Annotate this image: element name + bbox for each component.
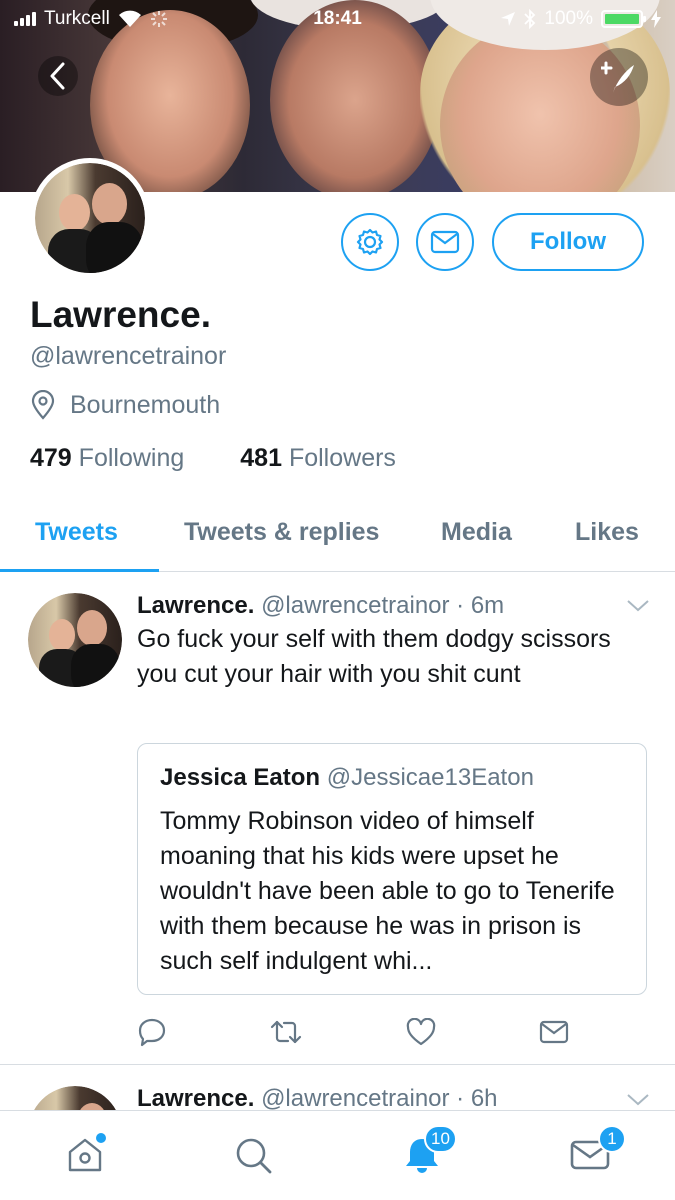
quoted-tweet-text: Tommy Robinson video of himself moaning …	[160, 807, 615, 975]
settings-button[interactable]	[341, 213, 399, 271]
tweet-actions	[0, 1016, 675, 1048]
search-icon	[236, 1138, 272, 1174]
quoted-tweet[interactable]: Jessica Eaton @Jessicae13Eaton Tommy Rob…	[137, 743, 647, 995]
profile-name: Lawrence.	[30, 294, 211, 335]
profile-tabs: Tweets Tweets & replies Media Likes	[0, 502, 675, 572]
tab-tweets[interactable]: Tweets	[35, 518, 118, 547]
share-dm-button[interactable]	[538, 1016, 570, 1048]
tweet-avatar[interactable]	[28, 593, 122, 687]
profile-stats: 479 Following 481 Followers	[30, 444, 396, 473]
tab-tweets-replies[interactable]: Tweets & replies	[184, 518, 379, 547]
notifications-badge: 10	[424, 1125, 457, 1153]
location-pin-icon	[31, 390, 55, 420]
reply-icon	[138, 1018, 166, 1047]
follow-button[interactable]: Follow	[492, 213, 644, 271]
tweet-header: Lawrence. @lawrencetrainor · 6h	[137, 1085, 498, 1112]
tab-likes[interactable]: Likes	[575, 518, 639, 547]
tab-media[interactable]: Media	[441, 518, 512, 547]
tweet-author-name[interactable]: Lawrence.	[137, 592, 254, 619]
compose-tweet-button[interactable]	[590, 48, 648, 106]
nav-home[interactable]	[63, 1133, 107, 1177]
location-arrow-icon	[501, 12, 516, 26]
gear-icon	[356, 228, 384, 256]
tweet-author-handle: @lawrencetrainor	[261, 592, 450, 619]
tweet-header: Lawrence. @lawrencetrainor · 6m	[137, 592, 505, 619]
bluetooth-icon	[524, 9, 536, 29]
followers-stat[interactable]: 481 Followers	[240, 444, 396, 473]
reply-button[interactable]	[136, 1016, 168, 1048]
tweet-text: Go fuck your self with them dodgy scisso…	[137, 625, 611, 688]
charging-icon	[651, 10, 661, 28]
back-button[interactable]	[38, 56, 78, 96]
like-button[interactable]	[405, 1016, 437, 1048]
nav-messages[interactable]: 1	[568, 1125, 626, 1177]
quoted-author-name: Jessica Eaton	[160, 764, 321, 791]
quoted-author-handle: @Jessicae13Eaton	[326, 764, 534, 791]
chevron-down-icon[interactable]	[626, 1092, 650, 1108]
retweet-button[interactable]	[270, 1016, 302, 1048]
envelope-icon	[539, 1020, 569, 1044]
message-button[interactable]	[416, 213, 474, 271]
battery-percent: 100%	[544, 8, 593, 29]
status-bar: Turkcell 18:41 100%	[0, 0, 675, 40]
tweet-author-handle: @lawrencetrainor	[261, 1085, 450, 1112]
bottom-tab-bar: 10 1	[0, 1110, 675, 1200]
battery-icon	[601, 10, 646, 28]
tweet-author-name[interactable]: Lawrence.	[137, 1085, 254, 1112]
profile-avatar[interactable]	[30, 158, 150, 278]
location-label: Bournemouth	[70, 390, 221, 419]
envelope-icon	[430, 230, 460, 254]
new-tweets-dot	[96, 1133, 106, 1143]
profile-handle: @lawrencetrainor	[30, 342, 227, 370]
chevron-left-icon	[50, 62, 65, 90]
tweet-divider	[0, 1064, 675, 1065]
nav-search[interactable]	[231, 1133, 275, 1177]
messages-badge: 1	[598, 1125, 626, 1153]
nav-notifications[interactable]: 10	[400, 1125, 457, 1177]
retweet-icon	[270, 1020, 302, 1044]
following-stat[interactable]: 479 Following	[30, 444, 184, 473]
active-tab-indicator	[0, 569, 159, 572]
profile-location: Bournemouth	[30, 390, 220, 420]
tweet-time: 6m	[470, 592, 505, 619]
tweet-time: 6h	[470, 1085, 498, 1112]
chevron-down-icon[interactable]	[626, 598, 650, 614]
heart-icon	[406, 1018, 436, 1046]
compose-feather-icon	[601, 61, 634, 93]
